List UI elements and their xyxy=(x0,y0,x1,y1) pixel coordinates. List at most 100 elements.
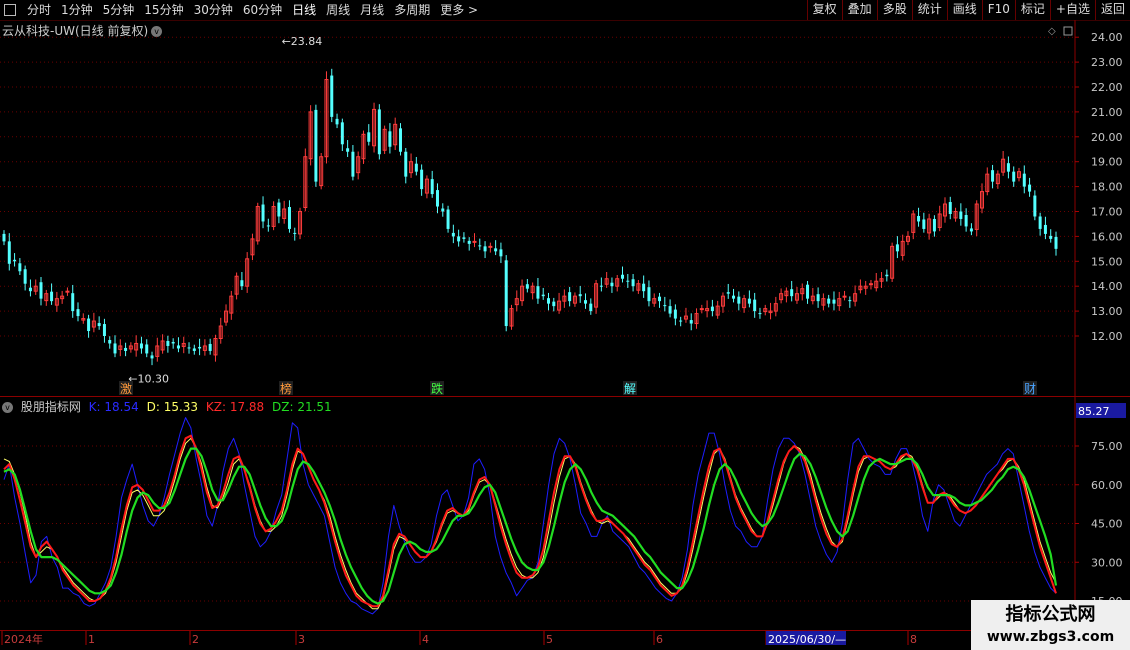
candle-body xyxy=(198,346,202,349)
candle-body xyxy=(737,296,741,304)
price-tick-label: 17.00 xyxy=(1091,206,1123,219)
candle-body xyxy=(753,299,757,312)
candle-body xyxy=(806,284,810,299)
candle-body xyxy=(277,202,281,217)
price-tick-label: 23.00 xyxy=(1091,56,1123,69)
candle-body xyxy=(1038,216,1042,229)
candle-body xyxy=(240,280,244,287)
candle-body xyxy=(113,343,117,354)
candle-body xyxy=(340,122,344,145)
price-tick-label: 14.00 xyxy=(1091,280,1123,293)
candle-body xyxy=(1028,184,1032,192)
time-axis-label: 1 xyxy=(88,633,95,646)
price-tick-label: 22.00 xyxy=(1091,81,1123,94)
candle-body xyxy=(420,169,424,190)
candle-body xyxy=(166,340,170,346)
candle-body xyxy=(293,232,297,234)
candle-body xyxy=(65,290,70,293)
candle-body xyxy=(192,348,196,351)
time-axis-label: 4 xyxy=(422,633,429,646)
candle-body xyxy=(124,347,128,351)
candle-body xyxy=(187,347,191,349)
candle-body xyxy=(642,283,646,292)
candle-body xyxy=(589,303,593,312)
candle-body xyxy=(1049,235,1053,239)
candle-body xyxy=(726,292,730,294)
candle-body xyxy=(97,323,101,327)
candle-body xyxy=(71,293,75,312)
candle-body xyxy=(18,263,22,272)
price-tick-label: 13.00 xyxy=(1091,305,1123,318)
candle-body xyxy=(895,244,899,252)
candle-body xyxy=(991,170,995,182)
candle-body xyxy=(1033,195,1037,217)
candle-body xyxy=(584,300,588,304)
event-marker: 跌 xyxy=(431,381,443,396)
candle-body xyxy=(462,237,466,239)
price-tick-label: 16.00 xyxy=(1091,230,1123,243)
candle-body xyxy=(658,296,662,302)
candle-body xyxy=(689,320,693,324)
top-value-label: 85.27 xyxy=(1078,405,1110,418)
candle-body xyxy=(171,341,175,344)
candle-body xyxy=(1022,173,1026,187)
candle-body xyxy=(414,163,418,172)
candle-body xyxy=(790,289,794,297)
candle-body xyxy=(885,274,889,277)
candle-body xyxy=(467,240,471,244)
candle-body xyxy=(472,240,477,243)
candle-body xyxy=(494,248,498,252)
event-marker: 榜 xyxy=(280,381,292,396)
candle-body xyxy=(7,241,11,264)
time-axis-label: 3 xyxy=(298,633,305,646)
indicator-tick-label: 60.00 xyxy=(1091,479,1123,492)
candle-body xyxy=(446,209,450,229)
candle-body xyxy=(367,132,371,142)
candle-body xyxy=(969,228,973,232)
candle-body xyxy=(335,118,339,125)
candle-body xyxy=(504,260,508,327)
candle-body xyxy=(150,355,154,359)
candle-body xyxy=(536,286,540,299)
diamond-icon: ◇ xyxy=(1048,26,1056,37)
candle-body xyxy=(2,233,6,242)
candle-body xyxy=(28,287,32,292)
candle-body xyxy=(23,269,27,284)
candle-body xyxy=(266,225,270,227)
candle-body xyxy=(568,292,572,302)
candle-body xyxy=(50,291,54,302)
candle-body xyxy=(208,343,212,351)
candle-body xyxy=(525,284,529,289)
candle-body xyxy=(1043,224,1047,234)
indicator-tick-label: 75.00 xyxy=(1091,440,1123,453)
candle-body xyxy=(541,294,545,297)
time-axis-label: 5 xyxy=(546,633,553,646)
candle-body xyxy=(102,324,106,336)
candle-body xyxy=(832,299,836,304)
candle-body xyxy=(87,318,91,332)
candle-body xyxy=(351,151,355,177)
candle-body xyxy=(377,109,381,155)
indicator-tick-label: 30.00 xyxy=(1091,556,1123,569)
candle-body xyxy=(932,218,936,232)
candle-body xyxy=(457,236,461,242)
candle-body xyxy=(441,208,445,212)
candle-body xyxy=(673,309,677,319)
watermark-url: www.zbgs3.com xyxy=(986,629,1115,645)
candle-body xyxy=(404,151,408,177)
time-axis-label: 2 xyxy=(192,633,199,646)
candle-body xyxy=(261,204,265,222)
candle-body xyxy=(699,308,704,311)
candle-body xyxy=(868,283,873,286)
candle-body xyxy=(668,306,672,314)
candle-body xyxy=(346,148,350,152)
candle-body xyxy=(848,300,852,302)
candle-body xyxy=(314,109,318,182)
chart-canvas[interactable]: 12.00 13.00 14.00 15.00 16.00 17.00 18.00 19.00… xyxy=(0,0,1130,650)
candle-body xyxy=(959,211,963,219)
time-axis-label: 6 xyxy=(656,633,663,646)
candle-body xyxy=(599,285,603,287)
indicator-tick-label: 45.00 xyxy=(1091,518,1123,531)
candle-body xyxy=(747,298,751,304)
candle-body xyxy=(842,295,847,298)
